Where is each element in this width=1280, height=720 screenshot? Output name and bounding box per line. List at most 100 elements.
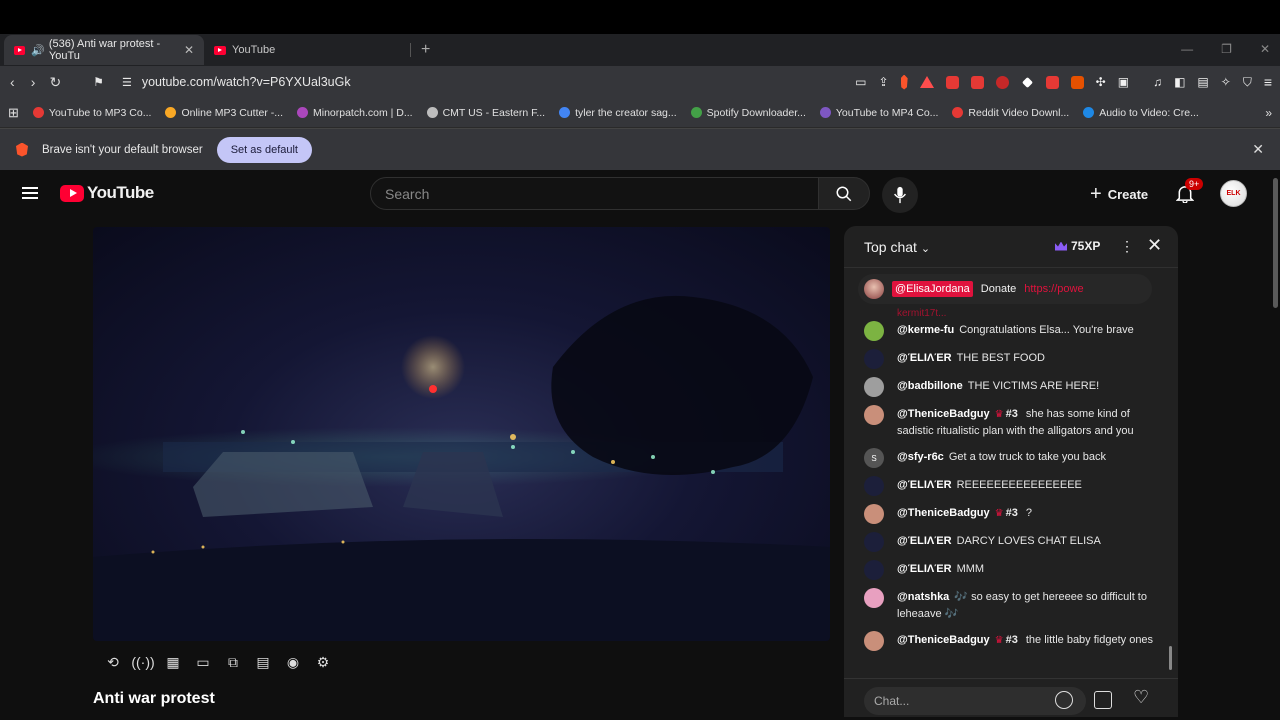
page-scrollbar[interactable] [1273,178,1278,308]
tab-youtube[interactable]: YouTube [204,35,404,65]
youtube-header: YouTube Search + Create 9+ ELK [0,170,1280,216]
chat-scrollbar[interactable] [1169,646,1172,670]
close-tab-icon[interactable]: ✕ [184,43,194,57]
avatar[interactable]: S [864,448,884,468]
brave-rewards-icon[interactable] [919,76,934,88]
chat-username[interactable]: @ΈLIΛΈR [897,479,952,491]
super-chat-icon[interactable] [1094,691,1112,709]
extension-download-icon[interactable] [1070,75,1084,89]
url-text: youtube.com/watch?v=P6YXUal3uGk [141,75,351,89]
bookmark-item[interactable]: Reddit Video Downl... [952,107,1069,119]
video-player[interactable] [93,227,830,641]
settings-gear-icon[interactable]: ⚙ [314,654,332,670]
extension-video-icon[interactable] [970,75,984,89]
chat-username[interactable]: @sfy-r6c [897,451,944,463]
bookmark-item[interactable]: Minorpatch.com | D... [297,107,413,119]
avatar[interactable] [864,504,884,524]
extension-youtube-icon[interactable] [945,75,959,89]
emoji-icon[interactable] [1055,691,1073,709]
hide-overlay-icon[interactable]: ▦ [164,654,182,670]
chat-username[interactable]: @ΈLIΛΈR [897,563,952,575]
chat-username[interactable]: @TheniceBadguy [897,408,990,420]
side-panel-icon[interactable]: ◧ [1174,75,1185,89]
avatar[interactable] [864,588,884,608]
extension-pen-icon[interactable] [1045,75,1059,89]
chat-username[interactable]: @natshka [897,591,949,603]
chat-username[interactable]: @badbillone [897,380,963,392]
share-icon[interactable]: ⇪ [879,75,889,89]
forward-icon[interactable]: › [29,74,38,90]
chat-username[interactable]: @kerme-fu [897,324,954,336]
maximize-icon[interactable]: ❐ [1221,42,1232,56]
chat-input[interactable]: Chat... [864,687,1086,715]
bookmark-item[interactable]: YouTube to MP4 Co... [819,107,938,119]
avatar[interactable] [864,560,884,580]
tab-anti-war-protest[interactable]: 🔊 (536) Anti war protest - YouTu ✕ [4,35,204,65]
menu-icon[interactable]: ≡ [1264,74,1272,90]
bookmark-item[interactable]: YouTube to MP3 Co... [32,107,151,119]
url-field[interactable]: ⚑ ☰ youtube.com/watch?v=P6YXUal3uGk [93,75,613,89]
chat-username[interactable]: @TheniceBadguy [897,634,990,646]
bookmark-icon[interactable]: ⚑ [93,75,104,89]
chat-username[interactable]: @ΈLIΛΈR [897,352,952,364]
sidebar-toggle-icon[interactable]: ▣ [1118,75,1129,89]
bookmark-item[interactable]: Spotify Downloader... [690,107,806,119]
voice-search-button[interactable] [882,177,918,213]
close-window-icon[interactable]: ✕ [1260,42,1270,56]
crown-icon [1055,241,1067,251]
brave-shield-icon[interactable] [900,74,908,90]
xp-badge[interactable]: 75XP [1055,239,1100,253]
chat-text: the little baby fidgety ones [1025,634,1154,646]
live-icon[interactable]: ((·)) [131,654,154,670]
avatar[interactable] [864,631,884,651]
back-icon[interactable]: ‹ [8,74,17,90]
media-icon[interactable]: ♫ [1153,75,1162,89]
cinema-icon[interactable]: ▭ [194,654,212,670]
avatar[interactable] [864,321,884,341]
screenshot-icon[interactable]: ◉ [284,654,302,670]
extension-diamond-icon[interactable] [1021,76,1033,88]
bookmark-item[interactable]: Online MP3 Cutter -... [165,107,283,119]
loop-icon[interactable]: ⟲ [104,654,122,670]
pinned-link[interactable]: https://powe [1024,283,1083,295]
account-avatar[interactable]: ELK [1220,180,1247,207]
chat-username[interactable]: @TheniceBadguy [897,507,990,519]
theater-mode-icon[interactable]: ▤ [254,654,272,670]
chat-message: @badbillone THE VICTIMS ARE HERE! [864,377,1158,397]
leo-icon[interactable]: ✧ [1221,75,1231,89]
create-button[interactable]: + Create [1090,183,1148,206]
chat-text: REEEEEEEEEEEEEEEE [956,479,1082,491]
avatar[interactable] [864,377,884,397]
picture-in-picture-icon[interactable]: ⧉ [224,654,242,670]
chat-username[interactable]: @ΈLIΛΈR [897,535,952,547]
bookmark-item[interactable]: tyler the creator sag... [559,107,677,119]
site-info-icon[interactable]: ☰ [122,76,132,89]
hamburger-menu-icon[interactable] [22,187,38,199]
search-button[interactable] [818,177,870,210]
search-input[interactable]: Search [370,177,819,210]
chat-mode-dropdown[interactable]: Top chat ⌄ [864,239,930,255]
wallet-icon[interactable]: ▤ [1197,75,1208,89]
minimize-icon[interactable]: — [1181,42,1193,56]
bookmark-item[interactable]: Audio to Video: Cre... [1083,107,1199,119]
vpn-icon[interactable]: ⛉ [1243,75,1252,90]
apps-grid-icon[interactable]: ⊞ [8,105,19,121]
extension-ublock-icon[interactable] [995,75,1009,89]
bookmark-item[interactable]: CMT US - Eastern F... [426,107,545,119]
cast-icon[interactable]: ▭ [855,75,866,89]
bookmarks-overflow-icon[interactable]: » [1265,106,1272,120]
new-tab-button[interactable]: + [421,41,430,59]
youtube-logo[interactable]: YouTube [60,183,154,203]
avatar[interactable] [864,532,884,552]
close-infobar-icon[interactable]: ✕ [1252,141,1264,158]
chat-more-options-icon[interactable]: ⋮ [1120,238,1134,255]
pinned-message[interactable]: @ElisaJordana Donate https://powe [858,274,1152,304]
avatar[interactable] [864,349,884,369]
close-chat-icon[interactable]: ✕ [1147,235,1162,256]
avatar[interactable] [864,405,884,425]
set-as-default-button[interactable]: Set as default [216,136,312,163]
reload-icon[interactable]: ↻ [49,74,61,91]
heart-icon[interactable]: ♡ [1133,687,1149,708]
avatar[interactable] [864,476,884,496]
puzzle-icon[interactable]: ✣ [1096,75,1106,89]
